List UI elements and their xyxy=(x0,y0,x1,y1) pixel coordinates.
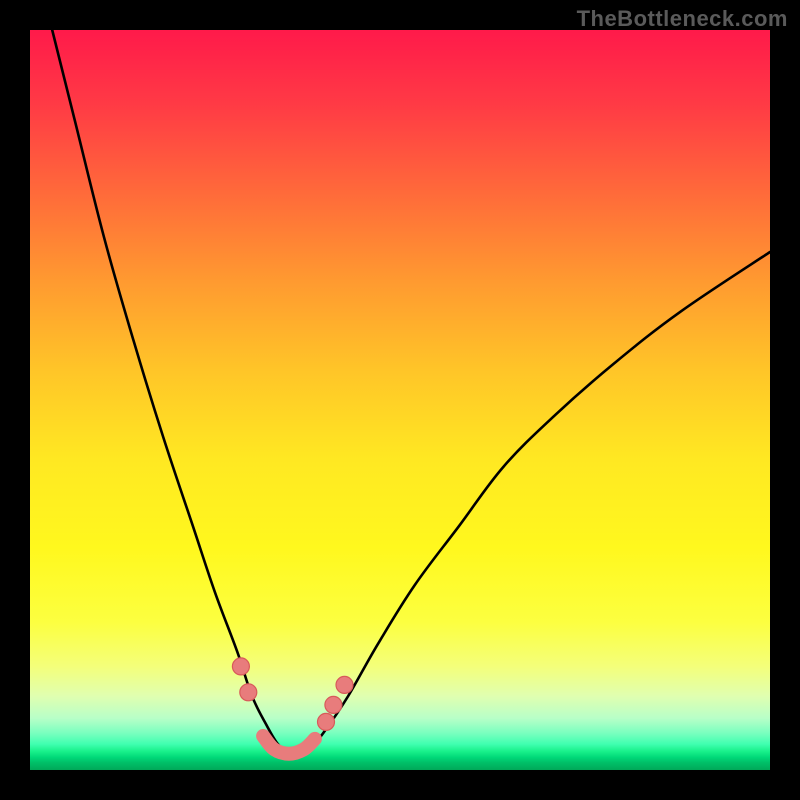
marker-dot xyxy=(318,713,335,730)
watermark-text: TheBottleneck.com xyxy=(577,6,788,32)
marker-dot xyxy=(336,676,353,693)
valley-highlight xyxy=(263,736,315,754)
marker-dots xyxy=(232,658,353,731)
marker-dot xyxy=(232,658,249,675)
marker-dot xyxy=(325,696,342,713)
chart-svg xyxy=(30,30,770,770)
marker-dot xyxy=(240,684,257,701)
plot-area xyxy=(30,30,770,770)
bottleneck-curve xyxy=(52,30,770,755)
chart-frame: TheBottleneck.com xyxy=(0,0,800,800)
